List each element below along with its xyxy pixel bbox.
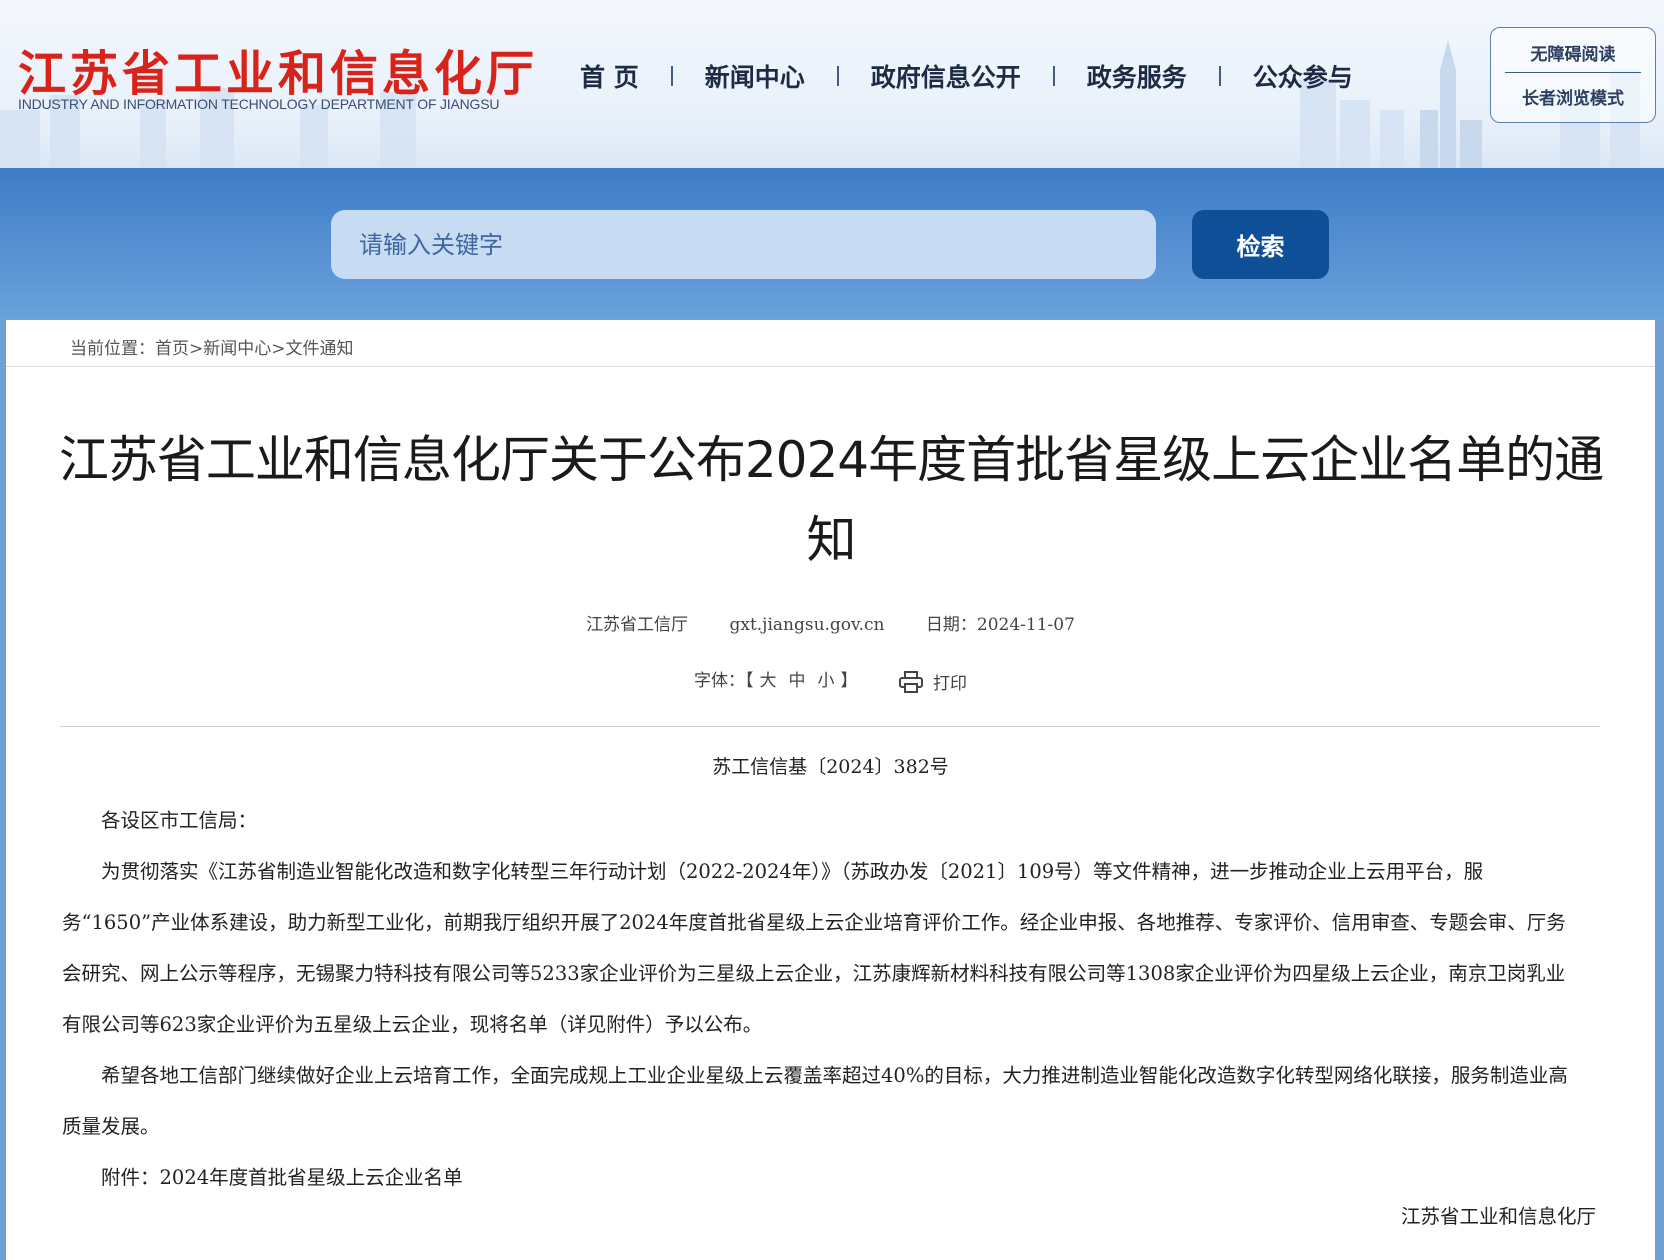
accessibility-divider	[1505, 72, 1641, 73]
nav-item-participation[interactable]: 公众参与	[1253, 58, 1353, 94]
site-header: 江苏省工业和信息化厅 INDUSTRY AND INFORMATION TECH…	[0, 0, 1664, 168]
print-label: 打印	[932, 674, 967, 694]
paragraph: 为贯彻落实《江苏省制造业智能化改造和数字化转型三年行动计划（2022-2024年…	[62, 860, 1566, 1036]
nav-separator	[670, 66, 673, 86]
article-card: 当前位置：首页>新闻中心>文件通知 江苏省工业和信息化厅关于公布2024年度首批…	[6, 320, 1655, 1260]
article-source: 江苏省工信厅	[586, 615, 689, 635]
nav-item-services[interactable]: 政务服务	[1087, 58, 1187, 94]
main-nav: 首 页 新闻中心 政府信息公开 政务服务 公众参与	[580, 56, 1353, 96]
paragraph: 希望各地工信部门继续做好企业上云培育工作，全面完成规上工业企业星级上云覆盖率超过…	[62, 1064, 1568, 1138]
breadcrumb-notices[interactable]: 文件通知	[286, 339, 354, 359]
breadcrumb-news[interactable]: 新闻中心	[203, 339, 271, 359]
breadcrumb: 当前位置：首页>新闻中心>文件通知	[70, 339, 354, 359]
article-site: gxt.jiangsu.gov.cn	[729, 615, 885, 635]
signature: 江苏省工业和信息化厅	[1400, 1205, 1596, 1228]
nav-separator	[1218, 66, 1221, 86]
font-size-small[interactable]: 小	[818, 671, 835, 691]
search-button[interactable]: 检索	[1192, 210, 1329, 279]
article-body: 各设区市工信局： 为贯彻落实《江苏省制造业智能化改造和数字化转型三年行动计划（2…	[62, 795, 1582, 1203]
accessibility-panel: 无障碍阅读 长者浏览模式	[1490, 27, 1656, 123]
document-number: 苏工信信基〔2024〕382号	[712, 756, 949, 778]
elder-mode-link[interactable]: 长者浏览模式	[1491, 84, 1655, 109]
accessibility-reading-link[interactable]: 无障碍阅读	[1491, 40, 1655, 65]
article-meta: 江苏省工信厅 gxt.jiangsu.gov.cn 日期：2024-11-07	[6, 610, 1655, 635]
nav-item-home[interactable]: 首 页	[580, 58, 639, 94]
printer-icon	[898, 670, 923, 693]
breadcrumb-divider	[6, 366, 1655, 367]
font-size-medium[interactable]: 中	[789, 671, 806, 691]
font-size-label: 字体：	[694, 671, 746, 691]
print-button[interactable]: 打印	[898, 669, 967, 694]
breadcrumb-prefix: 当前位置：	[70, 339, 155, 359]
font-size-large[interactable]: 大	[760, 671, 777, 691]
nav-separator	[836, 66, 839, 86]
search-input[interactable]	[331, 210, 1156, 279]
nav-item-news[interactable]: 新闻中心	[705, 58, 805, 94]
article-title: 江苏省工业和信息化厅关于公布2024年度首批省星级上云企业名单的通知	[58, 431, 1604, 569]
attachment-line[interactable]: 附件：2024年度首批省星级上云企业名单	[62, 1152, 1582, 1203]
article-tools: 字体：【大中小】 打印	[694, 669, 967, 694]
nav-separator	[1052, 66, 1055, 86]
meta-divider	[60, 726, 1600, 727]
breadcrumb-home[interactable]: 首页	[155, 339, 189, 359]
salutation: 各设区市工信局：	[101, 809, 258, 832]
nav-item-gov-info[interactable]: 政府信息公开	[871, 58, 1021, 94]
article-date: 日期：2024-11-07	[925, 615, 1075, 635]
site-logo-subtitle: INDUSTRY AND INFORMATION TECHNOLOGY DEPA…	[18, 96, 500, 112]
site-logo-title[interactable]: 江苏省工业和信息化厅	[18, 34, 538, 104]
